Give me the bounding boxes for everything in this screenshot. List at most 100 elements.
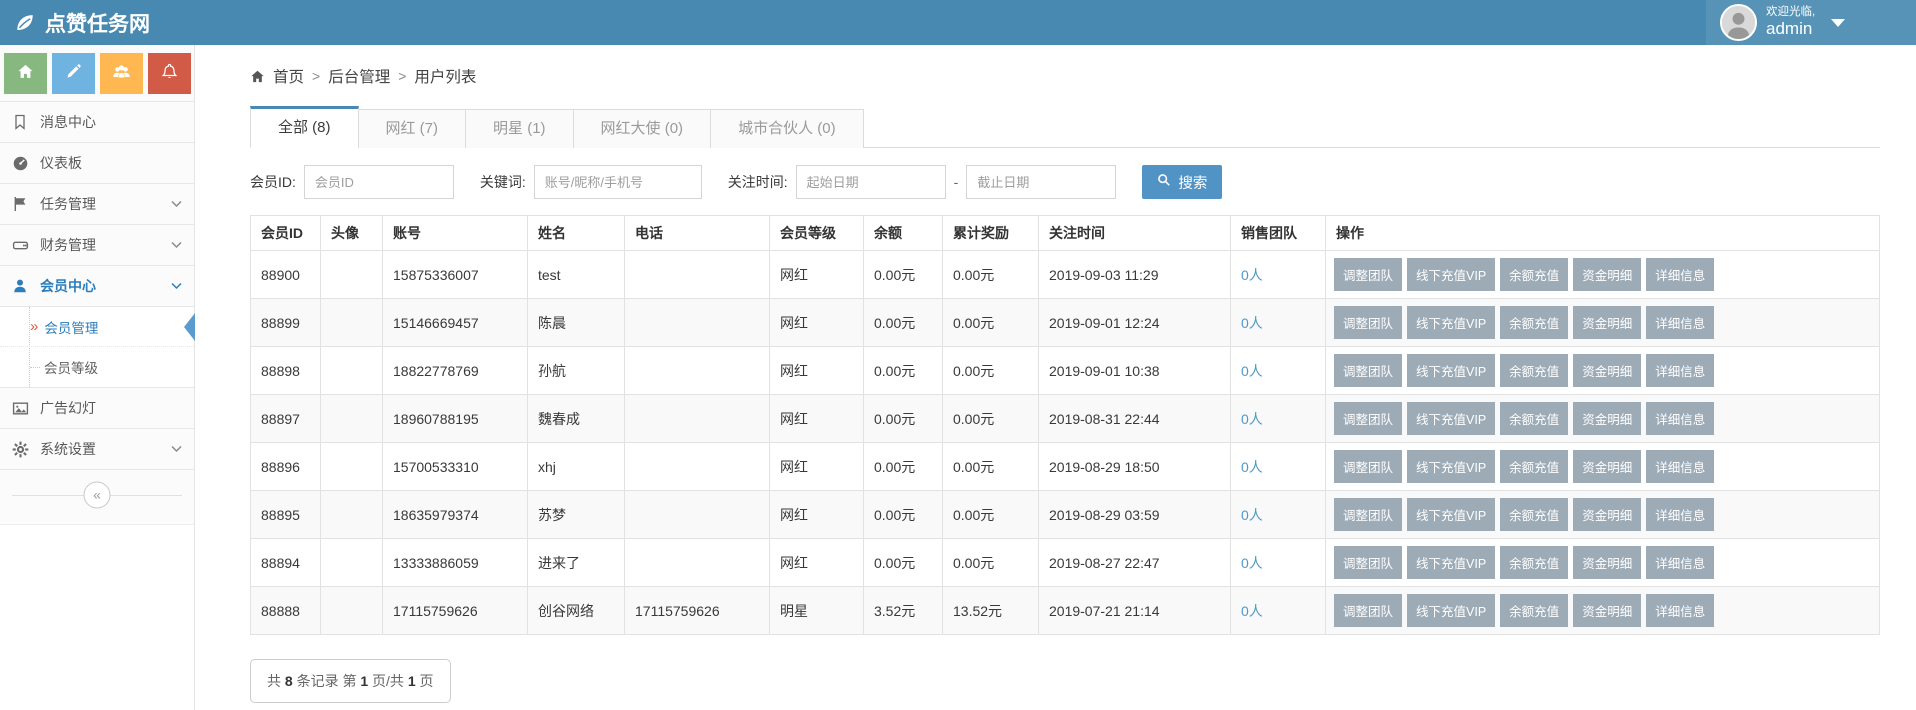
sidebar-item-ad-slides[interactable]: 广告幻灯	[0, 388, 194, 429]
adjust-team-button[interactable]: 调整团队	[1334, 258, 1402, 291]
tab-4[interactable]: 城市合伙人 (0)	[710, 109, 864, 148]
pagination-pages: 1	[408, 673, 416, 689]
adjust-team-button[interactable]: 调整团队	[1334, 306, 1402, 339]
tab-2[interactable]: 明星 (1)	[465, 109, 574, 148]
offline-recharge-vip-button[interactable]: 线下充值VIP	[1407, 306, 1495, 339]
sidebar-item-system-settings[interactable]: 系统设置	[0, 429, 194, 470]
detail-info-button[interactable]: 详细信息	[1646, 306, 1714, 339]
user-menu[interactable]: 欢迎光临, admin	[1706, 0, 1916, 45]
offline-recharge-vip-button[interactable]: 线下充值VIP	[1407, 546, 1495, 579]
breadcrumb: 首页 > 后台管理 > 用户列表	[250, 65, 1880, 87]
balance-recharge-button[interactable]: 余额充值	[1500, 354, 1568, 387]
adjust-team-button[interactable]: 调整团队	[1334, 402, 1402, 435]
member-id-cell: 88898	[251, 347, 321, 395]
tab-0[interactable]: 全部 (8)	[250, 106, 359, 148]
offline-recharge-vip-button[interactable]: 线下充值VIP	[1407, 594, 1495, 627]
balance-recharge-button[interactable]: 余额充值	[1500, 594, 1568, 627]
funds-detail-button[interactable]: 资金明细	[1573, 306, 1641, 339]
edit-shortcut-button[interactable]	[52, 53, 95, 94]
funds-detail-button[interactable]: 资金明细	[1573, 594, 1641, 627]
users-shortcut-button[interactable]	[100, 53, 143, 94]
funds-detail-button[interactable]: 资金明细	[1573, 498, 1641, 531]
adjust-team-button[interactable]: 调整团队	[1334, 354, 1402, 387]
keyword-input[interactable]	[534, 165, 702, 199]
balance-recharge-button[interactable]: 余额充值	[1500, 450, 1568, 483]
name-cell: 陈晨	[528, 299, 625, 347]
funds-detail-button[interactable]: 资金明细	[1573, 450, 1641, 483]
balance-recharge-button[interactable]: 余额充值	[1500, 258, 1568, 291]
column-header-6: 余额	[864, 216, 943, 251]
balance-recharge-button[interactable]: 余额充值	[1500, 306, 1568, 339]
sidebar-item-member-management[interactable]: » 会员管理	[0, 307, 194, 347]
sales-team-link[interactable]: 0人	[1241, 411, 1263, 427]
actions-cell: 调整团队线下充值VIP余额充值资金明细详细信息	[1326, 539, 1880, 587]
follow-time-cell: 2019-08-29 03:59	[1039, 491, 1231, 539]
sales-team-link[interactable]: 0人	[1241, 555, 1263, 571]
home-shortcut-button[interactable]	[4, 53, 47, 94]
offline-recharge-vip-button[interactable]: 线下充值VIP	[1407, 354, 1495, 387]
table-row: 8889818822778769孙航网红0.00元0.00元2019-09-01…	[251, 347, 1880, 395]
brand-logo[interactable]: 点赞任务网	[0, 0, 150, 45]
column-header-9: 销售团队	[1231, 216, 1326, 251]
offline-recharge-vip-button[interactable]: 线下充值VIP	[1407, 450, 1495, 483]
brand-title: 点赞任务网	[45, 8, 150, 38]
name-cell: 魏春成	[528, 395, 625, 443]
level-cell: 网红	[770, 299, 864, 347]
user-icon	[12, 278, 40, 294]
adjust-team-button[interactable]: 调整团队	[1334, 498, 1402, 531]
tab-1[interactable]: 网红 (7)	[358, 109, 467, 148]
sales-team-link[interactable]: 0人	[1241, 315, 1263, 331]
sidebar-item-finance-management[interactable]: 财务管理	[0, 225, 194, 266]
detail-info-button[interactable]: 详细信息	[1646, 546, 1714, 579]
offline-recharge-vip-button[interactable]: 线下充值VIP	[1407, 258, 1495, 291]
sidebar-collapse-row: «	[0, 478, 194, 512]
sales-team-link[interactable]: 0人	[1241, 363, 1263, 379]
sidebar-item-task-management[interactable]: 任务管理	[0, 184, 194, 225]
date-range-separator: -	[954, 174, 959, 190]
funds-detail-button[interactable]: 资金明细	[1573, 546, 1641, 579]
breadcrumb-admin[interactable]: 后台管理	[328, 65, 390, 87]
funds-detail-button[interactable]: 资金明细	[1573, 402, 1641, 435]
sidebar-item-member-center[interactable]: 会员中心	[0, 266, 194, 307]
team-cell: 0人	[1231, 443, 1326, 491]
sales-team-link[interactable]: 0人	[1241, 459, 1263, 475]
sales-team-link[interactable]: 0人	[1241, 267, 1263, 283]
offline-recharge-vip-button[interactable]: 线下充值VIP	[1407, 402, 1495, 435]
detail-info-button[interactable]: 详细信息	[1646, 450, 1714, 483]
member-id-input[interactable]	[304, 165, 454, 199]
detail-info-button[interactable]: 详细信息	[1646, 498, 1714, 531]
users-icon	[112, 62, 131, 86]
funds-detail-button[interactable]: 资金明细	[1573, 354, 1641, 387]
end-date-input[interactable]	[966, 165, 1116, 199]
sales-team-link[interactable]: 0人	[1241, 603, 1263, 619]
member-id-cell: 88894	[251, 539, 321, 587]
sidebar-item-member-level[interactable]: 会员等级	[0, 347, 194, 387]
hdd-icon	[12, 237, 40, 254]
tab-3[interactable]: 网红大使 (0)	[573, 109, 712, 148]
funds-detail-button[interactable]: 资金明细	[1573, 258, 1641, 291]
balance-cell: 0.00元	[864, 299, 943, 347]
sales-team-link[interactable]: 0人	[1241, 507, 1263, 523]
detail-info-button[interactable]: 详细信息	[1646, 594, 1714, 627]
notifications-shortcut-button[interactable]	[148, 53, 191, 94]
adjust-team-button[interactable]: 调整团队	[1334, 594, 1402, 627]
sidebar-collapse-button[interactable]: «	[84, 482, 111, 509]
start-date-input[interactable]	[796, 165, 946, 199]
detail-info-button[interactable]: 详细信息	[1646, 258, 1714, 291]
balance-recharge-button[interactable]: 余额充值	[1500, 498, 1568, 531]
reward-cell: 0.00元	[943, 251, 1039, 299]
balance-recharge-button[interactable]: 余额充值	[1500, 546, 1568, 579]
sidebar-item-message-center[interactable]: 消息中心	[0, 102, 194, 143]
sidebar-item-dashboard[interactable]: 仪表板	[0, 143, 194, 184]
adjust-team-button[interactable]: 调整团队	[1334, 546, 1402, 579]
adjust-team-button[interactable]: 调整团队	[1334, 450, 1402, 483]
breadcrumb-home[interactable]: 首页	[273, 65, 304, 87]
detail-info-button[interactable]: 详细信息	[1646, 402, 1714, 435]
chevron-down-icon	[171, 445, 182, 453]
search-button[interactable]: 搜索	[1142, 165, 1222, 199]
name-cell: 进来了	[528, 539, 625, 587]
offline-recharge-vip-button[interactable]: 线下充值VIP	[1407, 498, 1495, 531]
balance-recharge-button[interactable]: 余额充值	[1500, 402, 1568, 435]
detail-info-button[interactable]: 详细信息	[1646, 354, 1714, 387]
avatar-cell	[321, 299, 383, 347]
